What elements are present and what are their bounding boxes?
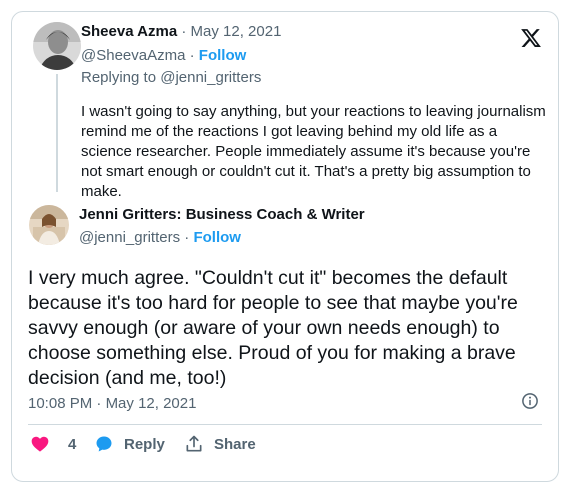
tweet2-timestamp[interactable]: 10:08 PM · May 12, 2021 xyxy=(28,394,196,414)
tweet1-follow-button[interactable]: Follow xyxy=(199,47,247,64)
tweet1-handle-separator: · xyxy=(185,47,199,64)
tweet2-handle-separator: · xyxy=(180,229,194,246)
tweet2-time[interactable]: 10:08 PM xyxy=(28,395,92,412)
tweet2-handle[interactable]: @jenni_gritters xyxy=(79,229,180,246)
actions-divider xyxy=(28,424,542,425)
tweet1-date-separator: · xyxy=(177,23,191,40)
share-button[interactable]: Share xyxy=(184,432,256,456)
thread-connector-line xyxy=(56,74,58,192)
like-count: 4 xyxy=(68,435,77,453)
speech-bubble-icon xyxy=(96,436,112,452)
tweet2-header: Jenni Gritters: Business Coach & Writer xyxy=(79,205,365,225)
reply-label: Reply xyxy=(124,435,165,453)
embedded-tweet-card: Sheeva Azma · May 12, 2021 @SheevaAzma ·… xyxy=(11,11,559,482)
tweet1-replying-to[interactable]: Replying to @jenni_gritters xyxy=(81,68,261,88)
info-icon[interactable] xyxy=(521,392,539,410)
tweet1-author-name[interactable]: Sheeva Azma xyxy=(81,23,177,40)
tweet2-text: I very much agree. "Couldn't cut it" bec… xyxy=(28,267,518,389)
tweet1-header: Sheeva Azma · May 12, 2021 xyxy=(81,22,281,42)
tweet2-date[interactable]: May 12, 2021 xyxy=(106,395,197,412)
like-button[interactable]: 4 xyxy=(30,432,76,456)
x-logo-icon[interactable] xyxy=(520,27,542,49)
avatar-jenni[interactable] xyxy=(29,205,69,245)
share-label: Share xyxy=(214,435,256,453)
tweet2-follow-button[interactable]: Follow xyxy=(193,229,241,246)
tweet1-text: I wasn't going to say anything, but your… xyxy=(81,103,546,200)
tweet2-author-name[interactable]: Jenni Gritters: Business Coach & Writer xyxy=(79,206,365,223)
tweet2-time-separator: · xyxy=(92,395,106,412)
share-icon xyxy=(186,435,202,452)
tweet1-date[interactable]: May 12, 2021 xyxy=(191,23,282,40)
heart-icon xyxy=(31,436,49,452)
reply-button[interactable]: Reply xyxy=(94,432,165,456)
tweet1-handle-row: @SheevaAzma · Follow xyxy=(81,46,246,66)
avatar-sheeva[interactable] xyxy=(33,22,81,70)
tweet1-handle[interactable]: @SheevaAzma xyxy=(81,47,185,64)
tweet2-handle-row: @jenni_gritters · Follow xyxy=(79,228,241,248)
